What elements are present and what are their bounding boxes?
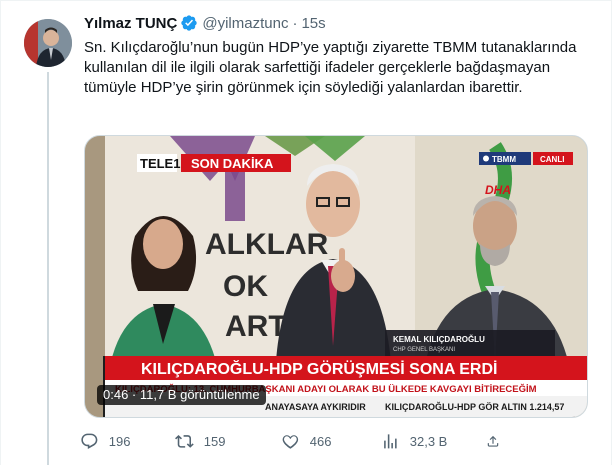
tweet-header: Yılmaz TUNÇ @yilmaztunc · 15s	[84, 12, 598, 34]
author-name[interactable]: Yılmaz TUNÇ	[84, 15, 177, 32]
share-icon	[487, 435, 499, 447]
agency-logo: DHA	[485, 183, 511, 197]
ticker-left: ANAYASAYA AYKIRIDIR	[265, 402, 366, 412]
tweet-text: Sn. Kılıçdaroğlu’nun bugün HDP’ye yaptığ…	[84, 39, 577, 96]
like-icon	[282, 434, 299, 449]
timestamp[interactable]: 15s	[301, 15, 325, 32]
breaking-news-tag: SON DAKİKA	[191, 156, 274, 171]
background-letters-2: OK	[223, 270, 268, 303]
reply-count: 196	[108, 433, 131, 449]
like-button[interactable]: 466	[281, 432, 381, 451]
background-letters-1: ALKLAR	[205, 228, 329, 261]
tweet-actions: 196 159 466 32,3 B	[80, 429, 510, 453]
live-tag: CANLI	[540, 155, 564, 164]
views-count: 32,3 B	[409, 433, 448, 449]
avatar[interactable]	[24, 19, 72, 67]
reply-button[interactable]: 196	[80, 432, 175, 451]
video-frame: ALKLAR OK ART TELE1 SON DAKİKA TBMM CANL…	[85, 136, 587, 417]
headline-banner: KILIÇDAROĞLU-HDP GÖRÜŞMESİ SONA ERDİ	[141, 359, 497, 378]
channel-logo: TELE1	[140, 156, 180, 171]
author-handle[interactable]: @yilmaztunc	[202, 15, 288, 32]
avatar-image	[24, 19, 72, 67]
speaker-title: CHP GENEL BAŞKANI	[393, 347, 455, 353]
like-count: 466	[309, 433, 332, 449]
verified-badge-icon[interactable]	[180, 14, 198, 32]
background-letters-3: ART	[225, 310, 287, 343]
share-button[interactable]	[486, 432, 510, 451]
views-button[interactable]: 32,3 B	[381, 432, 486, 451]
tweet-content: Yılmaz TUNÇ @yilmaztunc · 15s Sn. Kılıçd…	[84, 12, 598, 98]
retweet-count: 159	[203, 433, 226, 449]
separator-dot: ·	[292, 14, 298, 32]
retweet-button[interactable]: 159	[175, 432, 281, 451]
video-duration-views-badge: 0:46 · 11,7 B görüntülenme	[97, 385, 266, 405]
location-tag: TBMM	[492, 155, 516, 164]
video-player[interactable]: ALKLAR OK ART TELE1 SON DAKİKA TBMM CANL…	[84, 135, 588, 418]
views-icon	[384, 433, 397, 449]
ticker-right: KILIÇDAROĞLU-HDP GÖR ALTIN 1.214,57	[385, 401, 564, 412]
speaker-name: KEMAL KILIÇDAROĞLU	[393, 335, 485, 344]
thread-line	[47, 72, 49, 465]
reply-icon	[81, 433, 98, 449]
retweet-icon	[175, 434, 194, 448]
